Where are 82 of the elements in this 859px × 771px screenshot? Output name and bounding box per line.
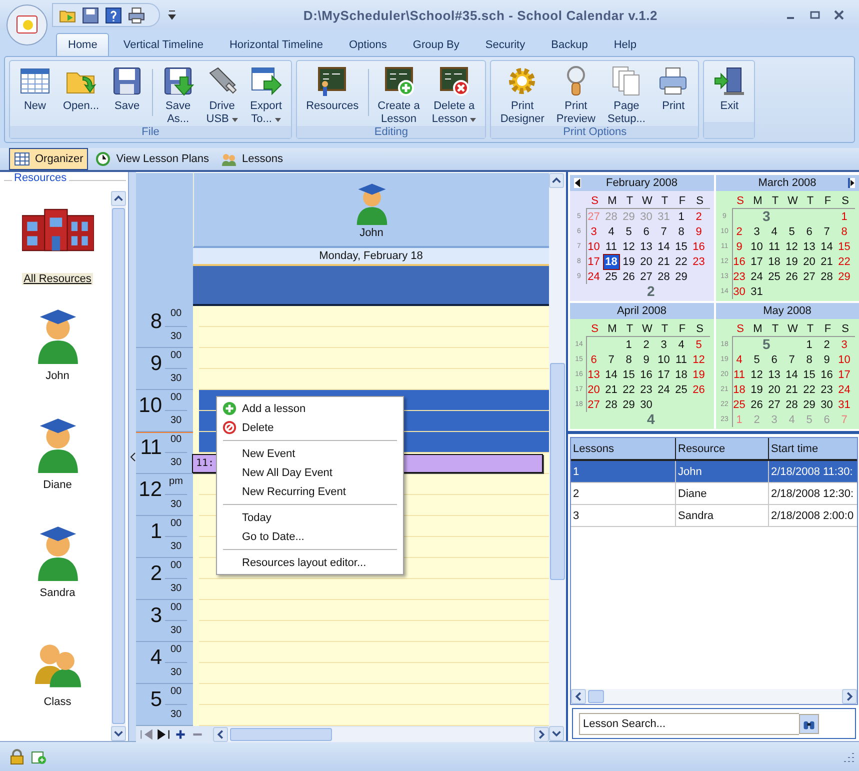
table-cell: 3 — [571, 505, 676, 526]
group-label: Editing — [374, 126, 408, 138]
hour-label: 1 — [150, 519, 162, 545]
minute-label: 00 — [165, 306, 187, 327]
minute-label: 00 — [165, 348, 187, 369]
minute-label: 00 — [165, 432, 187, 453]
weekday-label: T — [660, 194, 670, 208]
table-cell-text: 2/18/2008 11:30: — [770, 464, 854, 480]
weekday-label: F — [823, 322, 832, 336]
minute-label: 00 — [165, 600, 187, 621]
weekday-label: M — [752, 322, 764, 336]
month-number-watermark: 3 — [762, 209, 770, 224]
weekday-label: S — [736, 322, 745, 336]
weekday-label: T — [770, 322, 780, 336]
hour-label: 11 — [140, 435, 162, 461]
minute-label: 00 — [165, 558, 187, 579]
minute-label: 30 — [169, 708, 183, 722]
resource-name: John — [360, 226, 384, 238]
hour-label: 9 — [150, 351, 162, 377]
weekday-label: S — [840, 194, 850, 208]
weekday-label: F — [678, 194, 687, 208]
minute-label: 30 — [169, 666, 183, 680]
table-cell: John — [676, 461, 769, 482]
date-label: Monday, February 18 — [319, 250, 423, 262]
weekday-label: S — [840, 322, 850, 336]
hour-label: 5 — [150, 687, 162, 713]
weekday-label: T — [806, 194, 815, 208]
month-number-watermark: 4 — [647, 412, 655, 427]
weekday-label: T — [625, 194, 634, 208]
minute-label: 00 — [165, 684, 187, 705]
minute-label: pm — [165, 474, 187, 495]
minute-label: 30 — [169, 330, 183, 344]
weekday-label: M — [606, 194, 618, 208]
weekday-label: W — [641, 322, 654, 336]
table-cell-text: 2/18/2008 2:00:0 — [770, 508, 855, 524]
weekday-label: F — [678, 322, 687, 336]
weekday-label: S — [590, 194, 600, 208]
weekday-label: M — [606, 322, 618, 336]
hour-label: 10 — [138, 393, 162, 419]
minute-label: 30 — [169, 624, 183, 638]
table-cell: 1 — [571, 461, 676, 482]
hour-label: 8 — [150, 309, 162, 335]
month-title: March 2008 — [758, 177, 816, 189]
weekday-label: T — [625, 322, 634, 336]
group-label: File — [142, 126, 160, 138]
minute-label: 30 — [169, 498, 183, 512]
hour-label: 2 — [150, 561, 162, 587]
group-label: Print Options — [563, 126, 627, 138]
hour-label: 3 — [150, 603, 162, 629]
month-number-watermark: 5 — [762, 337, 770, 352]
hour-label: 4 — [150, 645, 162, 671]
table-cell: Diane — [676, 483, 769, 504]
weekday-label: W — [641, 194, 654, 208]
minute-label: 00 — [165, 642, 187, 663]
weekday-label: F — [823, 194, 832, 208]
weekday-label: T — [770, 194, 780, 208]
weekday-label: W — [786, 322, 799, 336]
month-title: April 2008 — [616, 305, 667, 317]
table-cell: Sandra — [676, 505, 769, 526]
table-cell-text: 2/18/2008 12:30: — [770, 486, 855, 502]
minute-label: 30 — [169, 582, 183, 596]
weekday-label: W — [786, 194, 799, 208]
weekday-label: S — [695, 194, 704, 208]
minute-label: 30 — [169, 456, 183, 470]
month-number-watermark: 2 — [647, 284, 655, 299]
minute-label: 00 — [165, 390, 187, 411]
weekday-label: T — [806, 322, 815, 336]
weekday-label: T — [660, 322, 670, 336]
table-cell: 2 — [571, 483, 676, 504]
minute-label: 00 — [165, 516, 187, 537]
panel-title: Resources — [12, 172, 69, 184]
month-title: February 2008 — [606, 177, 678, 189]
window-title: D:\MyScheduler\School#35.sch - School Calendar v.1.2 — [302, 8, 659, 22]
weekday-label: S — [736, 194, 745, 208]
month-title: May 2008 — [763, 305, 812, 317]
hour-label: 12 — [138, 477, 162, 503]
minute-label: 30 — [169, 372, 183, 386]
weekday-label: M — [752, 194, 764, 208]
minute-label: 30 — [169, 414, 183, 428]
weekday-label: S — [590, 322, 600, 336]
minute-label: 30 — [169, 540, 183, 554]
weekday-label: S — [695, 322, 704, 336]
